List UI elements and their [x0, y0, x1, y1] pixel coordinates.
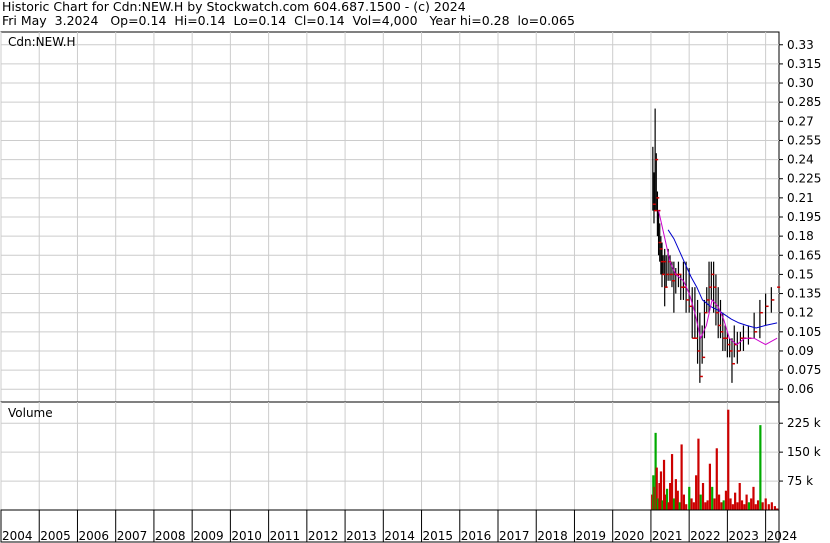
volume-bar — [690, 498, 693, 510]
year-tick-label: 2012 — [308, 529, 339, 543]
volume-bar — [734, 492, 737, 510]
volume-bar — [717, 494, 721, 510]
volume-bar — [761, 502, 764, 510]
volume-bar — [701, 483, 705, 510]
price-tick-label: 0.195 — [787, 210, 821, 224]
price-tick-label: 0.18 — [787, 229, 814, 243]
year-tick-label: 2017 — [499, 529, 530, 543]
historic-chart-page: Historic Chart for Cdn:NEW.H by Stockwat… — [0, 0, 830, 543]
year-tick-label: 2019 — [575, 529, 606, 543]
year-tick-label: 2022 — [690, 529, 721, 543]
volume-bar — [754, 504, 757, 510]
year-tick-label: 2009 — [193, 529, 224, 543]
volume-bar — [738, 483, 741, 510]
stock-chart: Cdn:NEW.H 0.33 0.315 0.30 0.285 0.27 0.255 0.2… — [0, 31, 821, 543]
volume-bar — [670, 454, 674, 510]
year-tick-label: 2011 — [270, 529, 301, 543]
volume-bar — [724, 490, 728, 510]
volume-bar — [682, 494, 686, 510]
volume-bar — [740, 500, 744, 510]
volume-bar — [773, 506, 776, 510]
volume-bar — [704, 502, 707, 510]
price-tick-label: 0.135 — [787, 287, 821, 301]
volume-bar — [764, 498, 767, 510]
volume-bar — [747, 502, 750, 510]
volume-bar — [745, 494, 748, 510]
year-tick-label: 2005 — [40, 529, 71, 543]
volume-panel-title: Volume — [8, 406, 53, 420]
price-tick-label: 0.33 — [787, 38, 814, 52]
volume-bar — [708, 463, 712, 510]
volume-bar — [720, 502, 723, 510]
volume-bar — [699, 494, 702, 510]
volume-bar — [695, 475, 698, 510]
price-tick-label: 0.24 — [787, 153, 814, 167]
year-tick-label: 2021 — [652, 529, 683, 543]
volume-bar — [743, 504, 746, 510]
price-tick-label: 0.285 — [787, 95, 821, 109]
year-tick-label: 2023 — [728, 529, 759, 543]
price-tick-label: 0.315 — [787, 57, 821, 71]
price-tick-label: 0.09 — [787, 344, 814, 358]
volume-bar — [678, 502, 681, 510]
volume-bar — [750, 498, 753, 510]
price-tick-label: 0.225 — [787, 172, 821, 186]
volume-axis-ticks: 225 k 150 k 75 k — [779, 416, 821, 488]
volume-bar — [767, 504, 770, 510]
year-tick-label: 2007 — [117, 529, 148, 543]
year-tick-label: 2024 — [767, 529, 798, 543]
volume-bar — [669, 483, 672, 510]
year-tick-label: 2020 — [614, 529, 645, 543]
price-axis-ticks: 0.33 0.315 0.30 0.285 0.27 0.255 0.24 0.225 0.21… — [779, 38, 821, 396]
price-panel-title: Cdn:NEW.H — [8, 35, 76, 49]
volume-panel — [0, 401, 780, 511]
year-tick-label: 2006 — [78, 529, 109, 543]
price-tick-label: 0.075 — [787, 363, 821, 377]
volume-bar — [685, 504, 688, 510]
year-tick-label: 2018 — [537, 529, 568, 543]
price-tick-label: 0.30 — [787, 76, 814, 90]
price-tick-label: 0.255 — [787, 133, 821, 147]
year-tick-label: 2008 — [155, 529, 186, 543]
volume-bar — [722, 500, 725, 510]
price-tick-label: 0.12 — [787, 306, 814, 320]
volume-bar — [680, 444, 683, 510]
volume-bar — [711, 486, 714, 510]
price-tick-label: 0.06 — [787, 382, 814, 396]
price-tick-label: 0.27 — [787, 114, 814, 128]
year-tick-label: 2010 — [231, 529, 262, 543]
volume-tick-label: 75 k — [787, 474, 813, 488]
volume-bar — [674, 479, 677, 510]
volume-bar — [692, 502, 695, 510]
volume-tick-label: 150 k — [787, 445, 821, 459]
volume-bar — [697, 438, 700, 510]
volume-bar — [727, 409, 730, 510]
volume-bar — [736, 502, 739, 510]
price-tick-label: 0.21 — [787, 191, 814, 205]
price-tick-label: 0.15 — [787, 267, 814, 281]
volume-bar — [676, 490, 679, 510]
volume-bar — [756, 500, 760, 510]
volume-bar — [713, 498, 716, 510]
year-tick-label: 2014 — [384, 529, 415, 543]
volume-bar — [729, 498, 732, 510]
year-tick-label: 2015 — [423, 529, 454, 543]
year-tick-label: 2016 — [461, 529, 492, 543]
volume-bar — [715, 448, 718, 510]
volume-bar — [672, 498, 676, 510]
volume-bar — [706, 500, 709, 510]
volume-tick-label: 225 k — [787, 416, 821, 430]
volume-bar — [770, 502, 773, 510]
year-tick-label: 2004 — [2, 529, 33, 543]
volume-bar — [759, 425, 762, 510]
year-tick-label: 2013 — [346, 529, 377, 543]
price-tick-label: 0.165 — [787, 248, 821, 262]
volume-bar — [752, 486, 755, 510]
volume-bar — [731, 504, 734, 510]
price-tick-label: 0.105 — [787, 325, 821, 339]
volume-bar — [688, 486, 691, 510]
